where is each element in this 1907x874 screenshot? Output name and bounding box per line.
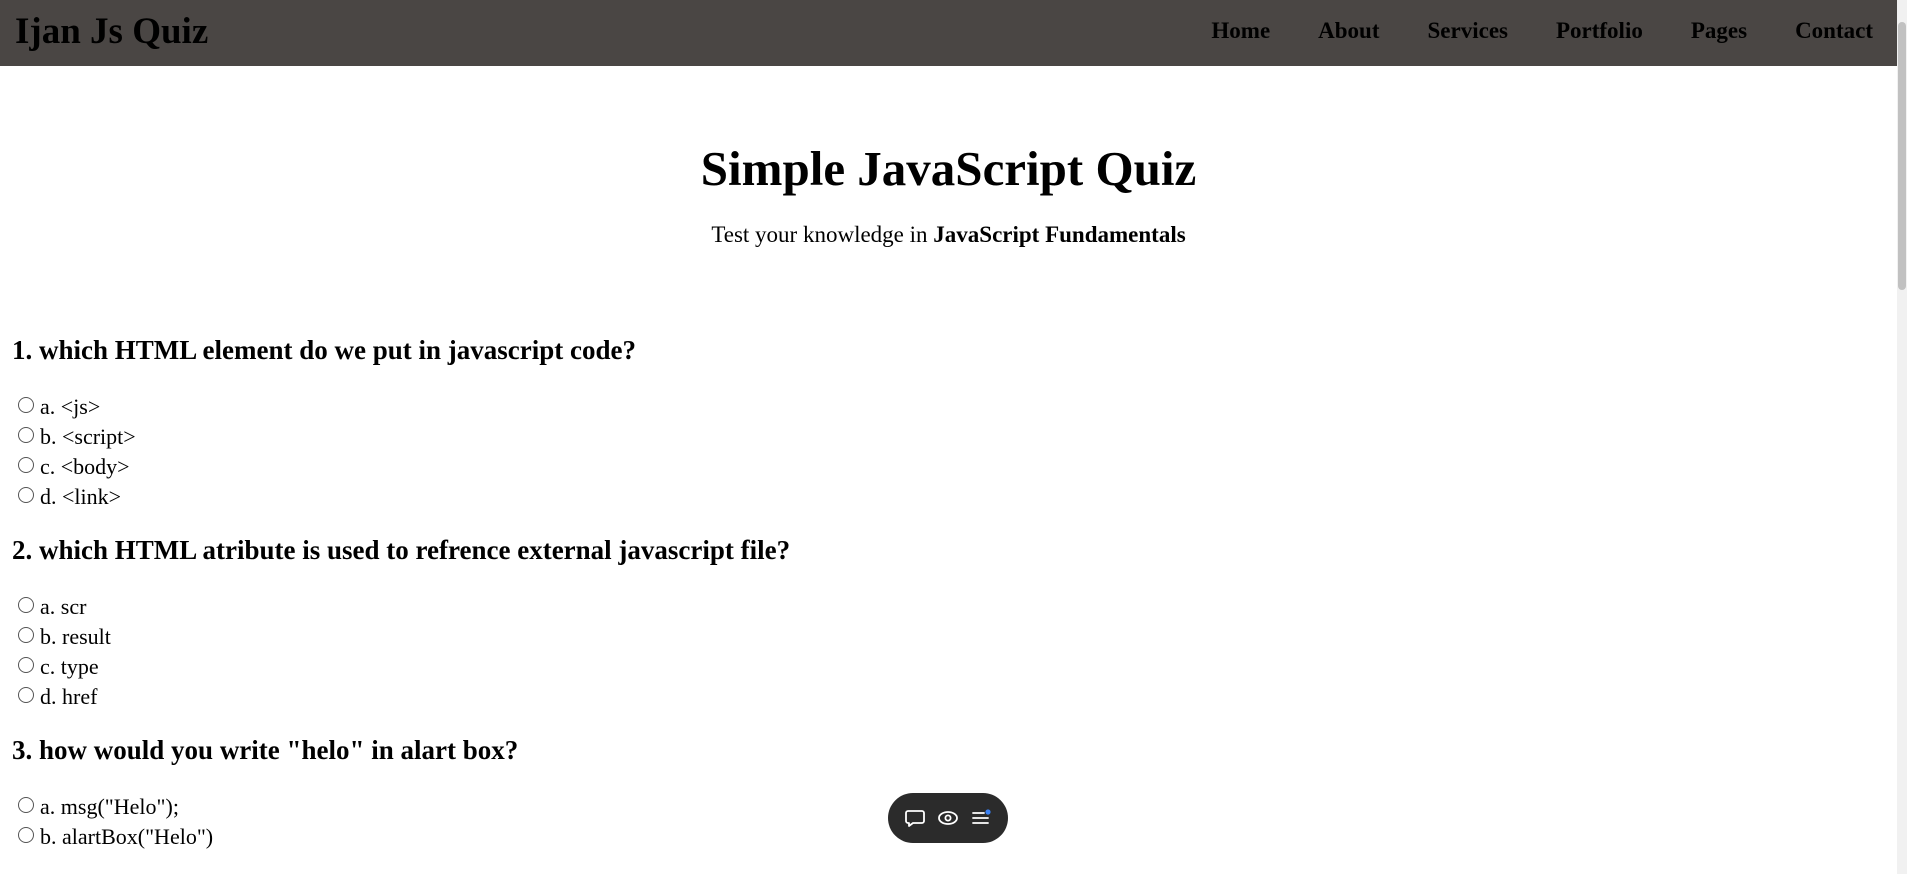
scrollbar-thumb[interactable] (1898, 22, 1906, 290)
radio-button[interactable] (18, 487, 34, 503)
radio-button[interactable] (18, 457, 34, 473)
radio-button[interactable] (18, 827, 34, 843)
top-navbar: Ijan Js Quiz Home About Services Portfol… (0, 0, 1897, 66)
radio-button[interactable] (18, 797, 34, 813)
nav-pages-link[interactable]: Pages (1667, 16, 1771, 46)
brand-title[interactable]: Ijan Js Quiz (15, 9, 208, 55)
main-nav: Home About Services Portfolio Pages Cont… (1187, 16, 1873, 46)
page-subtitle: Test your knowledge in JavaScript Fundam… (0, 220, 1897, 250)
option-label: d. href (40, 684, 98, 709)
question-2: 2. which HTML atribute is used to refren… (12, 532, 1812, 712)
nav-contact-link[interactable]: Contact (1771, 16, 1873, 46)
chat-bubble-icon[interactable] (903, 806, 927, 830)
option-label: c. <body> (40, 454, 130, 479)
hero-section: Simple JavaScript Quiz Test your knowled… (0, 138, 1897, 250)
question-text: 3. how would you write "helo" in alart b… (12, 735, 519, 765)
option-label: b. <script> (40, 424, 136, 449)
question-text: 2. which HTML atribute is used to refren… (12, 535, 791, 565)
nav-about-link[interactable]: About (1294, 16, 1403, 46)
page-title: Simple JavaScript Quiz (700, 141, 1197, 196)
menu-list-icon[interactable] (969, 806, 993, 830)
eye-icon[interactable] (936, 806, 960, 830)
answer-option[interactable]: b. <script> (12, 422, 1812, 452)
answer-option[interactable]: b. result (12, 622, 1812, 652)
option-label: b. alartBox("Helo") (40, 824, 214, 849)
radio-button[interactable] (18, 597, 34, 613)
vertical-scrollbar[interactable] (1897, 0, 1907, 874)
question-text: 1. which HTML element do we put in javas… (12, 335, 636, 365)
option-label: a. msg("Helo"); (40, 794, 179, 819)
floating-toolbar (888, 793, 1008, 843)
nav-services-link[interactable]: Services (1404, 16, 1532, 46)
answer-option[interactable]: a. scr (12, 592, 1812, 622)
nav-home-link[interactable]: Home (1187, 16, 1294, 46)
option-label: a. <js> (40, 394, 101, 419)
quiz-list: 1. which HTML element do we put in javas… (12, 332, 1812, 872)
page: Ijan Js Quiz Home About Services Portfol… (0, 0, 1907, 874)
radio-button[interactable] (18, 427, 34, 443)
option-label: b. result (40, 624, 111, 649)
radio-button[interactable] (18, 397, 34, 413)
option-label: d. <link> (40, 484, 122, 509)
radio-button[interactable] (18, 687, 34, 703)
answer-option[interactable]: d. <link> (12, 482, 1812, 512)
subtitle-topic: JavaScript Fundamentals (933, 222, 1186, 247)
answer-option[interactable]: c. <body> (12, 452, 1812, 482)
question-1: 1. which HTML element do we put in javas… (12, 332, 1812, 512)
subtitle-prefix: Test your knowledge in (711, 222, 934, 247)
nav-portfolio-link[interactable]: Portfolio (1532, 16, 1667, 46)
option-label: a. scr (40, 594, 87, 619)
answer-option[interactable]: d. href (12, 682, 1812, 712)
radio-button[interactable] (18, 657, 34, 673)
option-label: c. type (40, 654, 99, 679)
answer-option[interactable]: a. <js> (12, 392, 1812, 422)
radio-button[interactable] (18, 627, 34, 643)
answer-option[interactable]: c. type (12, 652, 1812, 682)
